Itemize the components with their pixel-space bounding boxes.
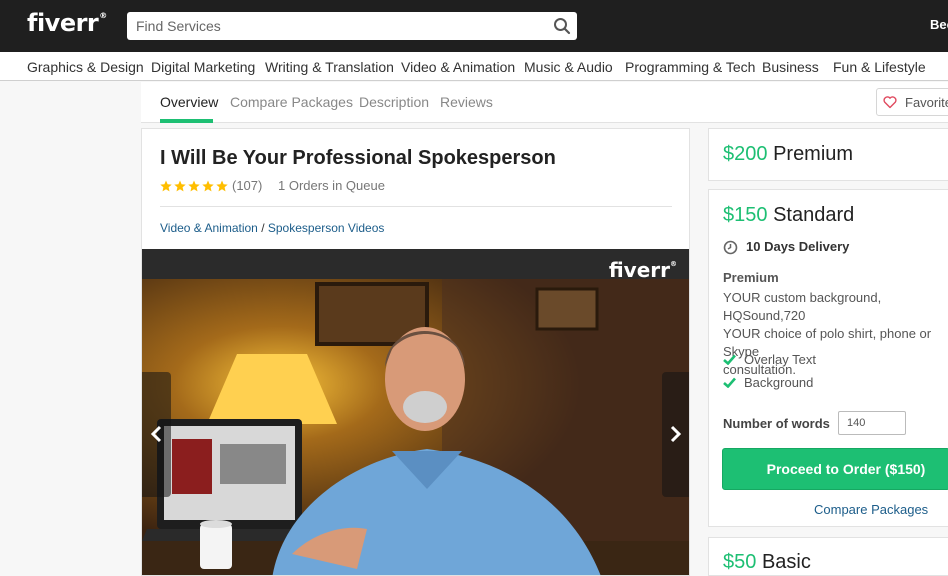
gig-card: I Will Be Your Professional Spokesperson… [141,128,690,576]
number-of-words-input[interactable] [838,411,906,435]
check-icon [723,354,736,365]
star-icon [160,180,172,192]
star-icon [216,180,228,192]
tab-compare-packages[interactable]: Compare Packages [230,94,353,110]
star-icon [174,180,186,192]
top-bar: fiverr® Bec [0,0,948,52]
package-premium[interactable]: $200 Premium [708,128,948,181]
search-box [127,12,577,40]
breadcrumb-subcategory[interactable]: Spokesperson Videos [268,221,385,235]
gig-subnav: Overview Compare Packages Description Re… [141,82,948,123]
breadcrumb-separator: / [257,221,268,235]
package-premium-heading: $200 Premium [723,143,853,166]
active-tab-indicator [160,119,213,123]
tab-reviews[interactable]: Reviews [440,94,493,110]
orders-in-queue: 1 Orders in Queue [278,178,385,193]
search-input[interactable] [127,12,547,40]
package-standard-heading: $150 Standard [723,204,854,227]
feature-label: Overlay Text [744,352,817,367]
fiverr-logo[interactable]: fiverr® [27,9,107,37]
package-price: $150 [723,204,768,226]
gig-title: I Will Be Your Professional Spokesperson [160,147,556,169]
video-next-button[interactable] [662,372,689,497]
search-icon[interactable] [553,17,571,35]
category-graphics-design[interactable]: Graphics & Design [27,59,144,75]
user-menu[interactable]: Bec [930,17,948,32]
star-icon [202,180,214,192]
video-prev-button[interactable] [142,372,171,497]
tab-description[interactable]: Description [359,94,429,110]
category-fun-lifestyle[interactable]: Fun & Lifestyle [833,59,926,75]
gig-video[interactable]: fiverr® [142,249,689,575]
package-basic[interactable]: $50 Basic [708,537,948,576]
package-standard: $150 Standard 10 Days Delivery Premium Y… [708,189,948,527]
clock-icon [723,240,738,255]
proceed-to-order-button[interactable]: Proceed to Order ($150) [722,448,948,490]
divider [160,206,672,207]
video-frame-image [142,279,689,575]
breadcrumb: Video & Animation / Spokesperson Videos [160,221,384,235]
chevron-left-icon [150,425,162,443]
check-icon [723,377,736,388]
chevron-right-icon [670,425,682,443]
package-name: Basic [761,551,811,573]
favorite-label: Favorite [905,95,948,110]
category-music-audio[interactable]: Music & Audio [524,59,613,75]
package-title: Premium [723,270,779,285]
category-nav: Graphics & Design Digital Marketing Writ… [0,52,948,81]
package-price: $50 [723,551,757,573]
number-of-words-label: Number of words [723,416,830,431]
category-digital-marketing[interactable]: Digital Marketing [151,59,255,75]
package-name: Standard [773,204,855,226]
category-video-animation[interactable]: Video & Animation [401,59,515,75]
delivery-text: 10 Days Delivery [746,239,850,254]
package-basic-heading: $50 Basic [723,551,811,574]
heart-icon [883,96,897,109]
compare-packages-link[interactable]: Compare Packages [814,502,928,517]
package-price: $200 [723,143,768,165]
category-business[interactable]: Business [762,59,819,75]
feature-label: Background [744,375,814,390]
category-writing-translation[interactable]: Writing & Translation [265,59,394,75]
breadcrumb-category[interactable]: Video & Animation [160,221,258,235]
favorite-button[interactable]: Favorite [876,88,948,116]
rating-count[interactable]: (107) [232,178,262,193]
star-icon [188,180,200,192]
package-name: Premium [773,143,854,165]
category-programming-tech[interactable]: Programming & Tech [625,59,755,75]
tab-overview[interactable]: Overview [160,94,218,110]
